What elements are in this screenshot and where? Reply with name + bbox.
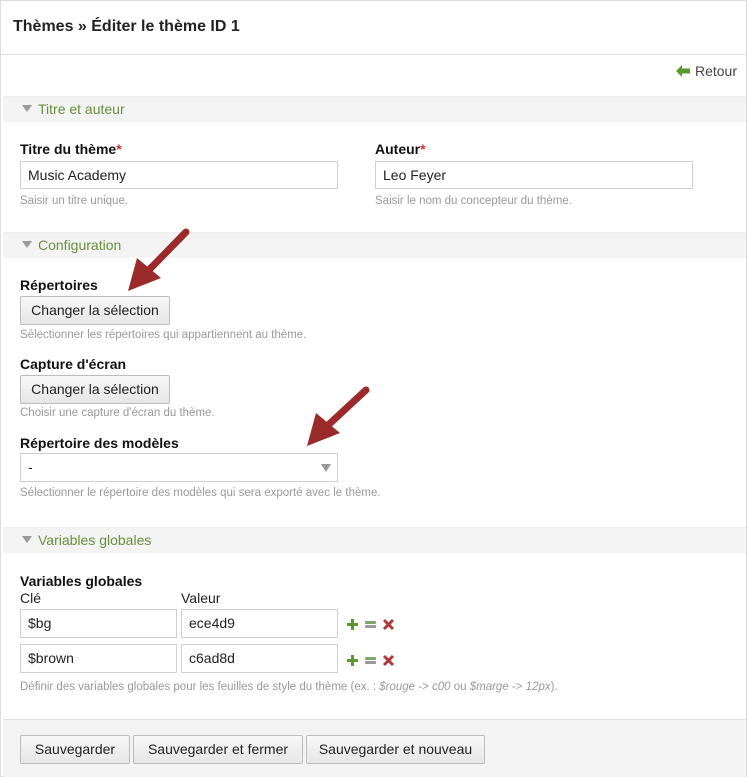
help-text: -> xyxy=(508,681,526,693)
templates-dir-select[interactable]: - xyxy=(20,453,338,482)
templates-dir-label: Répertoire des modèles xyxy=(20,435,179,451)
templates-dir-help: Sélectionner le répertoire des modèles q… xyxy=(20,487,381,499)
templates-dir-selected: - xyxy=(28,459,33,475)
variable-key-input[interactable]: $bg xyxy=(20,609,177,638)
help-text: Définir des variables globales pour les … xyxy=(20,681,380,693)
help-example: $rouge xyxy=(379,681,416,693)
triangle-down-icon xyxy=(22,536,32,543)
column-header-key: Clé xyxy=(20,590,42,606)
author-help: Saisir le nom du concepteur du thème. xyxy=(375,195,572,207)
global-vars-label: Variables globales xyxy=(20,573,143,589)
help-text: ou xyxy=(450,681,470,693)
required-mark: * xyxy=(420,141,426,157)
back-link-label: Retour xyxy=(694,63,737,79)
theme-title-input[interactable]: Music Academy xyxy=(20,161,338,189)
section-legend-label: Titre et auteur xyxy=(38,101,125,117)
section-legend-configuration[interactable]: Configuration xyxy=(3,232,746,258)
screenshot-label: Capture d'écran xyxy=(20,356,127,372)
variable-key-input[interactable]: $brown xyxy=(20,644,177,673)
save-new-button[interactable]: Sauvegarder et nouveau xyxy=(306,735,485,764)
page-title: Thèmes » Éditer le thème ID 1 xyxy=(13,18,240,35)
page-frame: Thèmes » Éditer le thème ID 1 Retour Tit… xyxy=(0,0,747,777)
screenshot-help: Choisir une capture d'écran du thème. xyxy=(20,407,215,419)
required-mark: * xyxy=(116,141,122,157)
save-close-button[interactable]: Sauvegarder et fermer xyxy=(133,735,303,764)
theme-title-label-text: Titre du thème xyxy=(20,141,117,157)
help-example: 12px xyxy=(525,681,551,693)
help-example: c00 xyxy=(432,681,451,693)
directories-change-button[interactable]: Changer la sélection xyxy=(20,296,170,325)
delete-icon[interactable] xyxy=(382,654,395,667)
screenshot-change-button[interactable]: Changer la sélection xyxy=(20,375,170,404)
directories-label: Répertoires xyxy=(20,277,98,293)
save-button[interactable]: Sauvegarder xyxy=(20,735,130,764)
variable-row-actions xyxy=(346,618,395,631)
drag-handle-icon[interactable] xyxy=(364,618,377,631)
author-label: Auteur* xyxy=(375,141,426,157)
variable-value-input[interactable]: ece4d9 xyxy=(181,609,338,638)
drag-handle-icon[interactable] xyxy=(364,654,377,667)
theme-title-help: Saisir un titre unique. xyxy=(20,195,129,207)
delete-icon[interactable] xyxy=(382,618,395,631)
column-header-value: Valeur xyxy=(181,590,221,606)
back-link[interactable]: Retour xyxy=(675,63,737,79)
theme-title-label: Titre du thème* xyxy=(20,141,122,157)
section-legend-label: Variables globales xyxy=(38,532,152,548)
arrow-left-icon xyxy=(675,65,690,77)
triangle-down-icon xyxy=(22,241,32,248)
global-vars-help: Définir des variables globales pour les … xyxy=(20,681,558,693)
page-header: Thèmes » Éditer le thème ID 1 xyxy=(1,1,746,55)
author-input[interactable]: Leo Feyer xyxy=(375,161,693,189)
help-example: $marge xyxy=(469,681,509,693)
variable-value-input[interactable]: c6ad8d xyxy=(181,644,338,673)
chevron-down-icon xyxy=(321,464,331,472)
section-legend-title-author[interactable]: Titre et auteur xyxy=(3,96,746,122)
section-legend-global-vars[interactable]: Variables globales xyxy=(3,527,746,553)
directories-help: Sélectionner les répertoires qui apparti… xyxy=(20,329,307,341)
plus-icon[interactable] xyxy=(346,654,359,667)
plus-icon[interactable] xyxy=(346,618,359,631)
variable-row-actions xyxy=(346,654,395,667)
help-text: ). xyxy=(550,681,558,693)
triangle-down-icon xyxy=(22,105,32,112)
section-legend-label: Configuration xyxy=(38,237,122,253)
author-label-text: Auteur xyxy=(375,141,421,157)
form-actions-bar: Sauvegarder Sauvegarder et fermer Sauveg… xyxy=(3,719,746,777)
help-text: -> xyxy=(415,681,432,693)
